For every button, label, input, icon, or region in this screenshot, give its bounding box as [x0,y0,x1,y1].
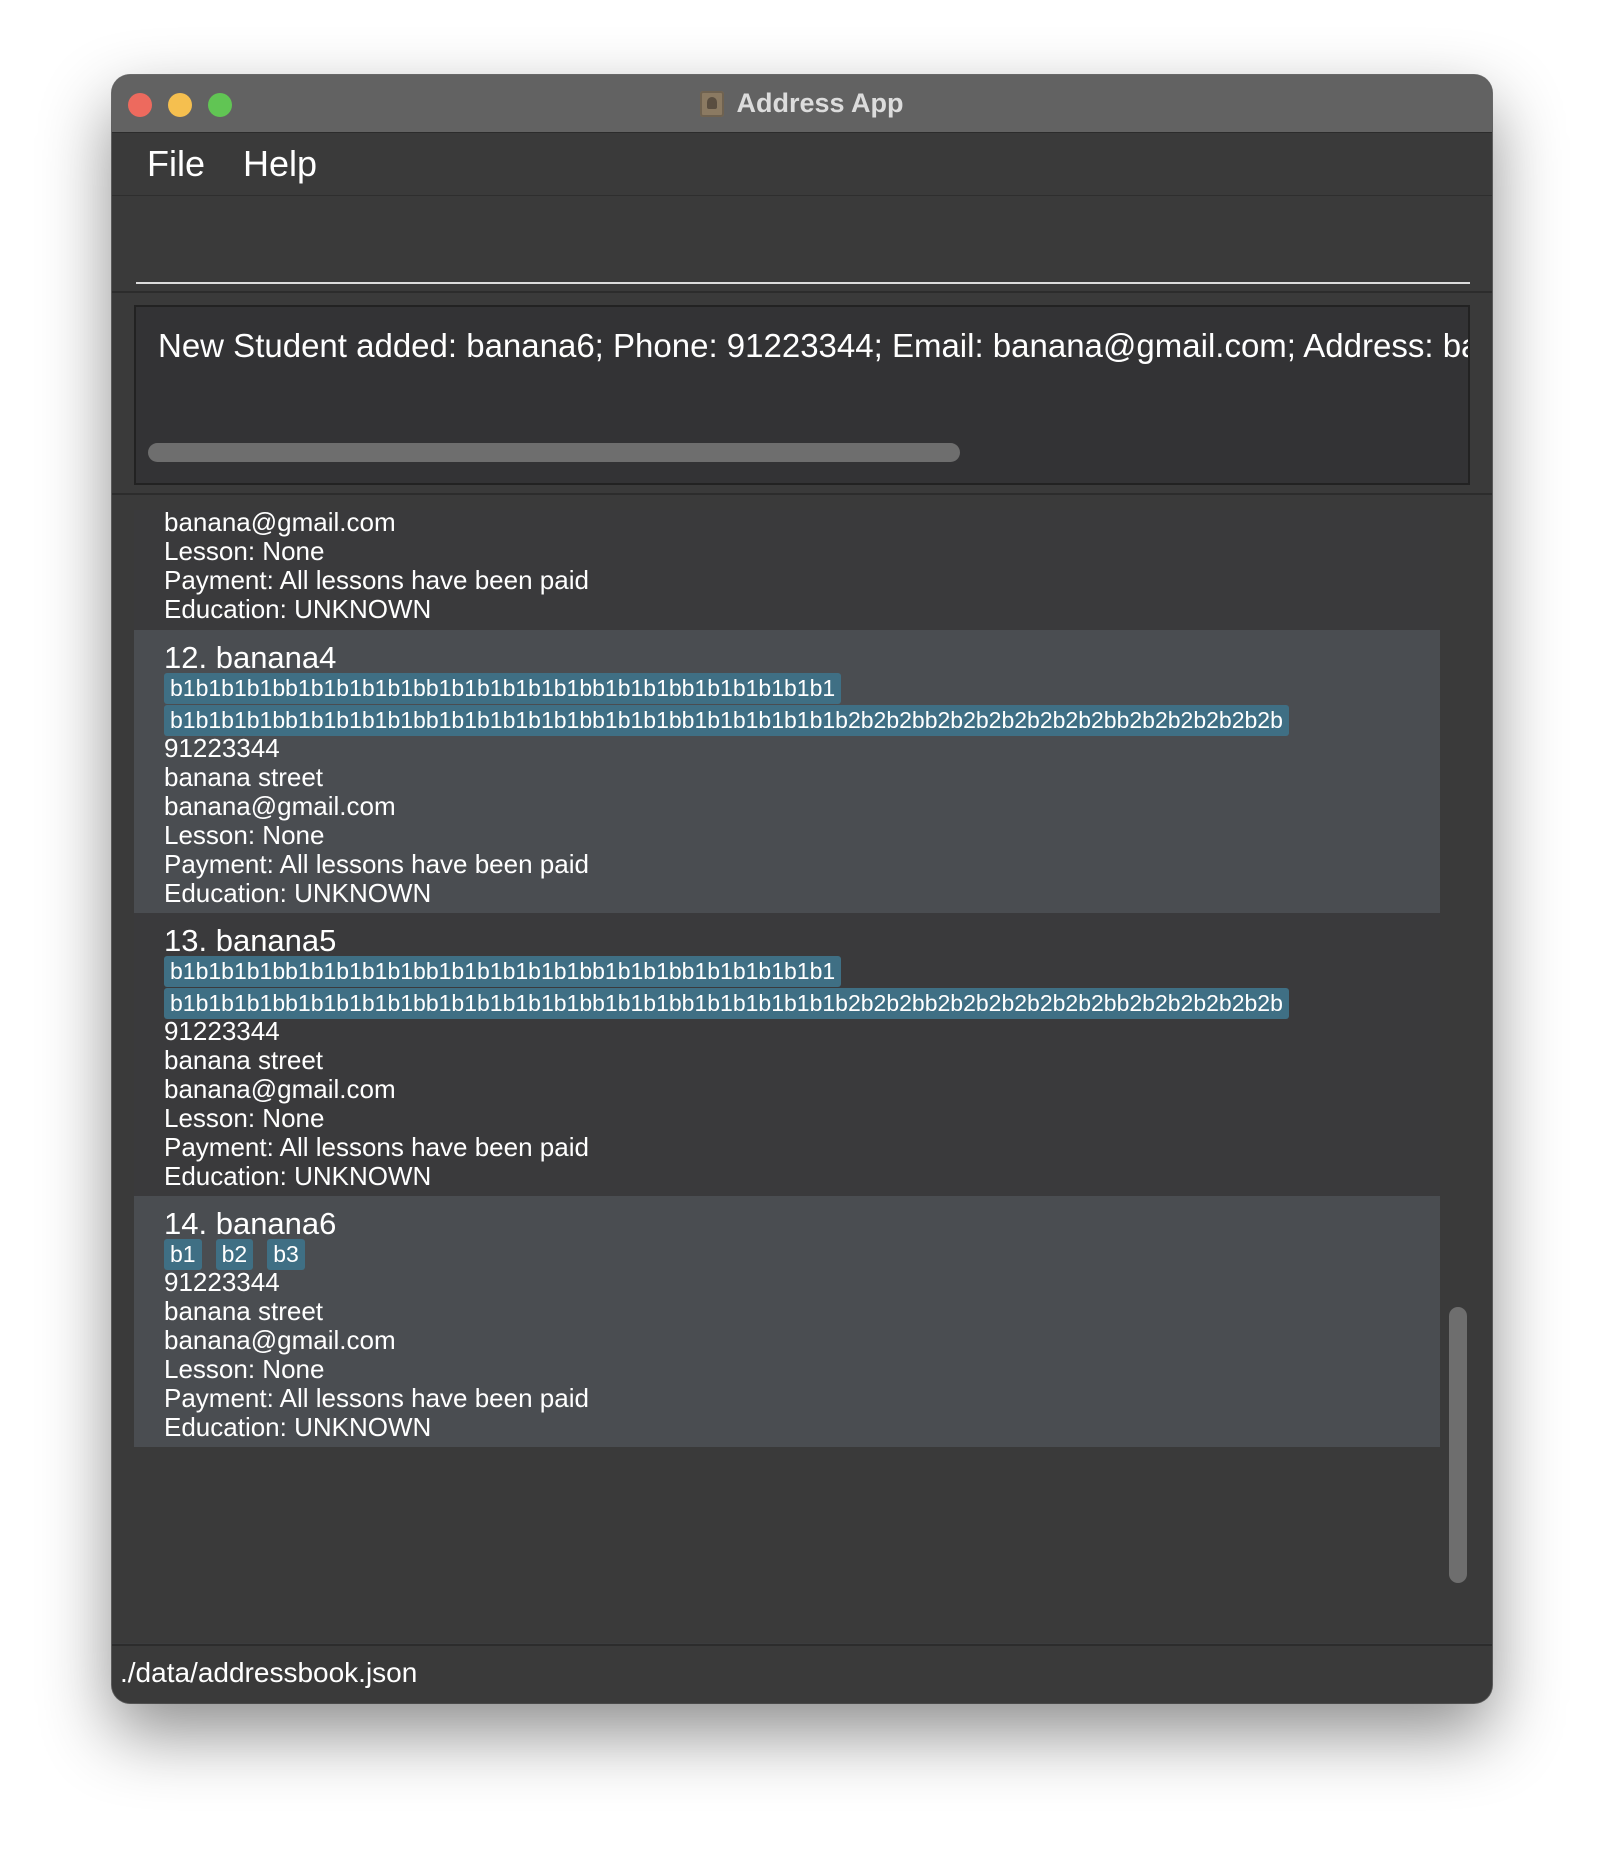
person-card-partial[interactable]: banana@gmail.com Lesson: None Payment: A… [134,510,1440,630]
address-text: banana street [164,1045,324,1075]
tag-row: b1b1b1b1bb1b1b1b1b1bb1b1b1b1b1b1bb1b1b1b… [164,956,842,987]
lesson-text: Lesson: None [164,820,325,850]
person-card-14[interactable]: 14. banana6 b1 b2 b3 91223344 banana str… [134,1196,1440,1447]
window-title: Address App [736,88,904,118]
person-card-13[interactable]: 13. banana5 b1b1b1b1bb1b1b1b1b1bb1b1b1b1… [134,913,1440,1196]
payment-text: Payment: All lessons have been paid [164,1383,589,1413]
tag-label: b1b1b1b1bb1b1b1b1b1bb1b1b1b1b1b1bb1b1b1b… [164,705,1289,736]
menu-help[interactable]: Help [224,143,336,185]
payment-text: Payment: All lessons have been paid [164,1132,589,1162]
status-bar: ./data/addressbook.json [112,1644,1492,1703]
app-window: Address App File Help New Student added:… [112,75,1492,1703]
education-text: Education: UNKNOWN [164,1161,432,1191]
address-text: banana street [164,762,324,792]
menu-bar: File Help [112,133,1492,196]
education-text: Education: UNKNOWN [164,594,432,624]
lesson-text: Lesson: None [164,1354,325,1384]
address-text: banana street [164,1296,324,1326]
tag-label: b3 [267,1239,305,1270]
email-text: banana@gmail.com [164,1325,396,1355]
command-input[interactable] [136,196,1470,284]
tag-label: b1b1b1b1bb1b1b1b1b1bb1b1b1b1b1b1bb1b1b1b… [164,988,1289,1019]
result-display-panel: New Student added: banana6; Phone: 91223… [112,293,1492,495]
lesson-text: Lesson: None [164,1103,325,1133]
lesson-text: Lesson: None [164,536,325,566]
person-list[interactable]: banana@gmail.com Lesson: None Payment: A… [134,510,1440,1628]
menu-file[interactable]: File [128,143,224,185]
tag-row: b1b1b1b1bb1b1b1b1b1bb1b1b1b1b1b1bb1b1b1b… [164,988,1289,1019]
command-box [112,196,1492,293]
person-card-12[interactable]: 12. banana4 b1b1b1b1bb1b1b1b1b1bb1b1b1b1… [134,630,1440,913]
person-name: 14. banana6 [164,1206,337,1241]
person-name: 12. banana4 [164,640,337,675]
horizontal-scrollbar[interactable] [148,443,960,462]
payment-text: Payment: All lessons have been paid [164,565,589,595]
tag-row: b1 b2 b3 [164,1239,305,1270]
result-display[interactable]: New Student added: banana6; Phone: 91223… [134,305,1470,485]
address-book-icon [700,90,725,117]
title-wrap: Address App [112,75,1492,132]
email-text: banana@gmail.com [164,1074,396,1104]
tag-row: b1b1b1b1bb1b1b1b1b1bb1b1b1b1b1b1bb1b1b1b… [164,705,1289,736]
education-text: Education: UNKNOWN [164,878,432,908]
tag-label: b1b1b1b1bb1b1b1b1b1bb1b1b1b1b1b1bb1b1b1b… [164,956,842,987]
email-text: banana@gmail.com [164,510,396,537]
phone-text: 91223344 [164,1267,280,1297]
email-text: banana@gmail.com [164,791,396,821]
phone-text: 91223344 [164,1016,280,1046]
tag-row: b1b1b1b1bb1b1b1b1b1bb1b1b1b1b1b1bb1b1b1b… [164,673,842,704]
education-text: Education: UNKNOWN [164,1412,432,1442]
tag-label: b2 [215,1239,254,1270]
vertical-scrollbar-thumb[interactable] [1449,1307,1467,1583]
phone-text: 91223344 [164,733,280,763]
save-location-text: ./data/addressbook.json [120,1657,418,1688]
result-message: New Student added: banana6; Phone: 91223… [158,327,1470,364]
payment-text: Payment: All lessons have been paid [164,849,589,879]
tag-label: b1 [164,1239,202,1270]
person-name: 13. banana5 [164,923,337,958]
title-bar[interactable]: Address App [112,75,1492,133]
person-list-panel: banana@gmail.com Lesson: None Payment: A… [112,495,1492,1643]
tag-label: b1b1b1b1bb1b1b1b1b1bb1b1b1b1b1b1bb1b1b1b… [164,673,842,704]
